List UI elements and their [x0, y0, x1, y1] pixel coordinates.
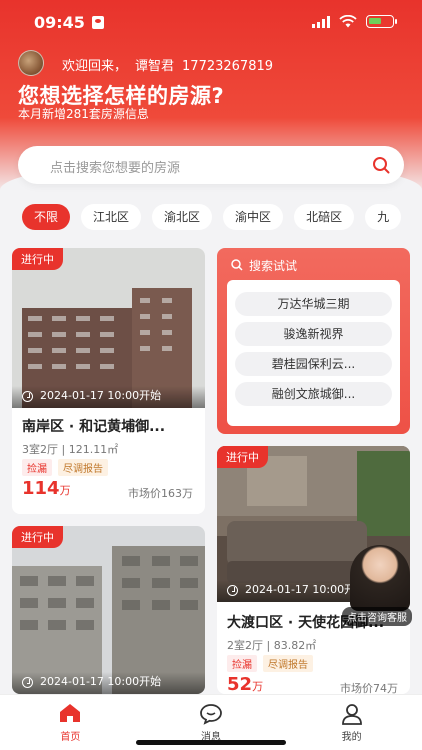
search-input[interactable]: 点击搜索您想要的房源 — [18, 146, 404, 184]
search-suggestions-header: 搜索试试 — [231, 257, 297, 274]
tab-home[interactable]: 首页 — [0, 695, 141, 750]
wifi-icon — [339, 15, 357, 28]
welcome-label: 欢迎回来， — [62, 59, 128, 74]
status-bar: 09:45 — [0, 0, 422, 44]
search-icon[interactable] — [372, 156, 390, 174]
listing-card[interactable]: 2024-01-17 10:00开始 进行中 — [12, 526, 205, 694]
avatar[interactable] — [18, 50, 44, 76]
listing-layout: 3室2厅 | 121.11㎡ — [22, 443, 119, 456]
price-value: 52 — [227, 674, 253, 694]
suggestion-item[interactable]: 融创文旅城御... — [235, 382, 392, 406]
tab-home-label: 首页 — [60, 732, 81, 743]
user-icon — [341, 704, 362, 725]
listing-photo: 2024-01-17 10:00开始 — [12, 526, 205, 694]
status-badge: 进行中 — [12, 248, 63, 270]
price-unit: 万 — [59, 484, 71, 497]
listing-layout: 2室2厅 | 83.82㎡ — [227, 639, 317, 652]
battery-icon — [366, 15, 397, 28]
status-badge: 进行中 — [217, 446, 268, 468]
tag-report: 尽调报告 — [58, 459, 108, 476]
listing-tags: 捡漏 尽调报告 — [22, 459, 108, 476]
clock-icon — [227, 585, 238, 596]
listing-card[interactable]: 2024-01-17 10:00开始 进行中 南岸区 · 和记黄埔御... 3室… — [12, 248, 205, 514]
status-icons — [312, 15, 397, 28]
district-chip-jiangbei[interactable]: 江北区 — [81, 204, 142, 230]
user-phone: 17723267819 — [182, 59, 274, 74]
search-suggestions-card: 搜索试试 万达华城三期 骏逸新视界 碧桂园保利云... 融创文旅城御... — [217, 248, 410, 434]
district-chip-all[interactable]: 不限 — [22, 204, 71, 230]
market-price: 市场价74万 — [340, 682, 398, 694]
service-agent-avatar — [350, 545, 410, 611]
tag-report: 尽调报告 — [263, 655, 313, 672]
message-icon — [200, 704, 222, 725]
clock-icon — [22, 391, 33, 402]
tab-mine-label: 我的 — [341, 732, 362, 743]
market-price: 市场价163万 — [128, 487, 193, 500]
district-chip-yubei[interactable]: 渝北区 — [152, 204, 213, 230]
listing-title: 南岸区 · 和记黄埔御... — [22, 419, 166, 435]
status-badge: 进行中 — [12, 526, 63, 548]
listing-price: 114万 — [22, 478, 71, 499]
search-placeholder: 点击搜索您想要的房源 — [50, 161, 181, 176]
suggestion-item[interactable]: 万达华城三期 — [235, 292, 392, 316]
customer-service-label: 点击咨询客服 — [342, 607, 412, 626]
listing-photo: 2024-01-17 10:00开始 — [12, 248, 205, 408]
tab-mine[interactable]: 我的 — [281, 695, 422, 750]
auction-start-time: 2024-01-17 10:00开始 — [40, 389, 162, 402]
signal-icon — [312, 15, 330, 28]
listing-tags: 捡漏 尽调报告 — [227, 655, 313, 672]
district-filter: 不限 江北区 渝北区 渝中区 北碚区 九 — [22, 204, 422, 232]
price-value: 114 — [22, 478, 60, 499]
suggestion-item[interactable]: 骏逸新视界 — [235, 322, 392, 346]
suggestion-item[interactable]: 碧桂园保利云... — [235, 352, 392, 376]
user-name: 谭智君 — [135, 59, 175, 74]
district-chip-yuzhong[interactable]: 渝中区 — [223, 204, 284, 230]
price-unit: 万 — [252, 680, 264, 693]
listing-price: 52万 — [227, 674, 263, 694]
district-chip-beibei[interactable]: 北碚区 — [294, 204, 355, 230]
page-subtitle: 本月新增281套房源信息 — [18, 107, 149, 121]
home-icon — [60, 704, 81, 722]
clock-icon — [22, 677, 33, 688]
search-suggestions-title: 搜索试试 — [249, 259, 298, 273]
tag-bargain: 捡漏 — [227, 655, 257, 672]
district-chip-more[interactable]: 九 — [365, 204, 402, 230]
welcome-text: 欢迎回来， 谭智君 17723267819 — [62, 55, 281, 74]
search-icon — [231, 259, 243, 271]
tag-bargain: 捡漏 — [22, 459, 52, 476]
lock-icon — [92, 16, 104, 29]
customer-service-button[interactable]: 点击咨询客服 — [340, 545, 422, 626]
auction-start-time: 2024-01-17 10:00开始 — [40, 675, 162, 688]
search-suggestions-list: 万达华城三期 骏逸新视界 碧桂园保利云... 融创文旅城御... — [227, 280, 400, 426]
status-time: 09:45 — [34, 13, 85, 32]
home-indicator — [136, 740, 286, 745]
